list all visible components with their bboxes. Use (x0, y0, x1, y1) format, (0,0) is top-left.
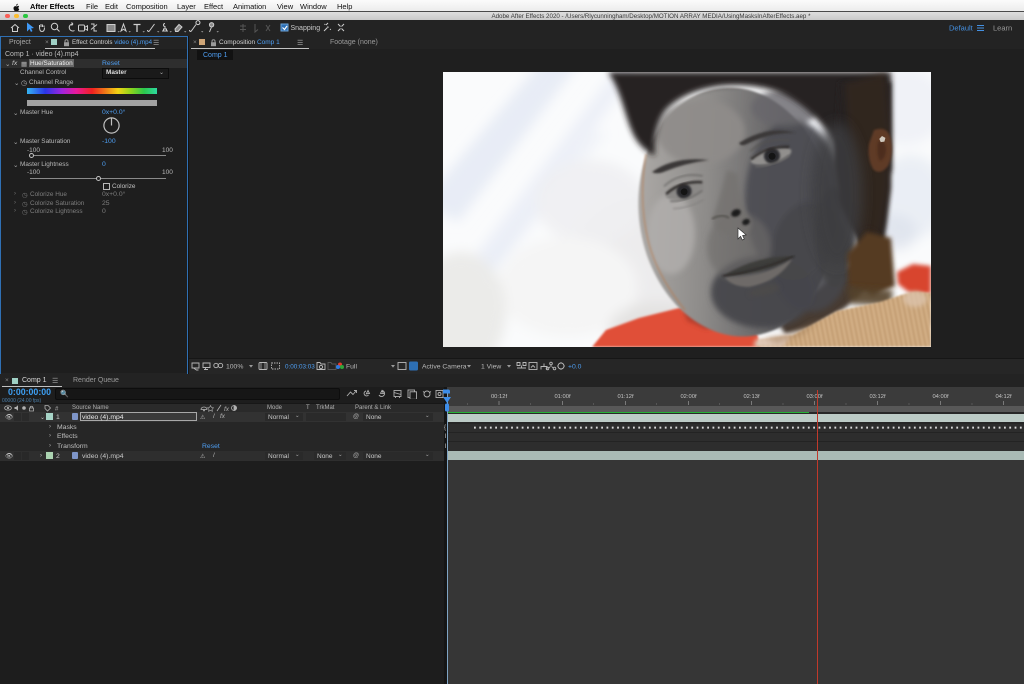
svg-text:Default: Default (949, 24, 974, 33)
svg-text:Active Camera: Active Camera (422, 363, 467, 370)
svg-text:00:12f: 00:12f (491, 394, 508, 400)
svg-text:03:00f: 03:00f (806, 394, 823, 400)
svg-text:04:12f: 04:12f (995, 394, 1012, 400)
svg-text:04:00f: 04:00f (932, 394, 949, 400)
svg-text:0:00:03:03: 0:00:03:03 (285, 363, 315, 370)
svg-text:+0.0: +0.0 (568, 363, 582, 370)
svg-text:01:00f: 01:00f (554, 394, 571, 400)
svg-text:Learn: Learn (993, 24, 1012, 33)
svg-text:1 View: 1 View (481, 363, 501, 370)
svg-text:100%: 100% (226, 363, 243, 370)
svg-text:Full: Full (346, 363, 357, 370)
svg-text:Snapping: Snapping (291, 25, 321, 32)
svg-text:03:12f: 03:12f (869, 394, 886, 400)
svg-text:01:12f: 01:12f (617, 394, 634, 400)
svg-text:02:13f: 02:13f (743, 394, 760, 400)
svg-text:02:00f: 02:00f (680, 394, 697, 400)
